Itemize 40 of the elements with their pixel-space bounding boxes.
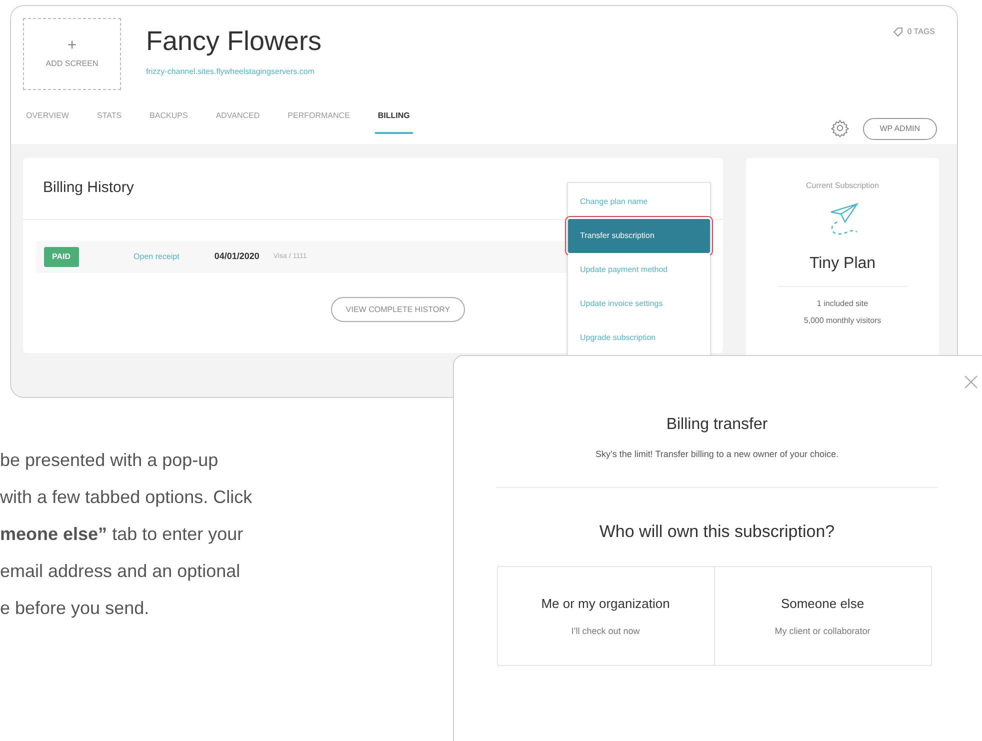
- dialog-title: Billing transfer: [666, 415, 768, 435]
- instruction-text: be presented with a pop-up: [0, 449, 218, 472]
- plan-feature: 1 included site: [816, 298, 868, 310]
- tag-icon: [893, 27, 904, 37]
- dialog-subtitle: Sky’s the limit! Transfer billing to a new owner of your choice.: [596, 448, 838, 461]
- billing-date: 04/01/2020: [214, 250, 260, 264]
- plan-feature: 5,000 monthly visitors: [804, 315, 882, 327]
- tab[interactable]: OVERVIEW: [23, 110, 72, 134]
- menu-item[interactable]: Transfer subscription: [568, 219, 710, 253]
- menu-item[interactable]: Upgrade subscription: [568, 321, 710, 355]
- menu-item[interactable]: Update payment method: [568, 253, 710, 287]
- instruction-text: e before you send.: [0, 597, 150, 620]
- dialog-question: Who will own this subscription?: [599, 520, 835, 542]
- settings-icon[interactable]: [830, 119, 849, 137]
- paid-badge: PAID: [44, 247, 79, 267]
- close-icon[interactable]: [964, 375, 978, 389]
- instruction-text: meone else” tab to enter your: [0, 523, 244, 546]
- tab[interactable]: BILLING: [374, 110, 413, 134]
- instruction-text: email address and an optional: [0, 560, 240, 583]
- option-subtitle: I’ll check out now: [571, 625, 640, 638]
- wp-admin-button[interactable]: WP ADMIN: [862, 118, 937, 140]
- tab[interactable]: PERFORMANCE: [284, 110, 353, 134]
- tab[interactable]: STATS: [94, 110, 125, 134]
- add-screen-button[interactable]: + ADD SCREEN: [23, 18, 121, 90]
- menu-item[interactable]: Change plan name: [568, 185, 710, 219]
- tab[interactable]: ADVANCED: [212, 110, 263, 134]
- site-title: Fancy Flowers: [146, 25, 322, 58]
- receipt-link[interactable]: Open receipt: [134, 251, 180, 263]
- instruction-text: with a few tabbed options. Click: [0, 486, 252, 509]
- menu-item[interactable]: Update invoice settings: [568, 287, 710, 321]
- option-title: Someone else: [780, 594, 864, 612]
- option-title: Me or my organization: [541, 594, 670, 613]
- subscription-label: Current Subscription: [806, 180, 879, 192]
- plan-name: Tiny Plan: [809, 254, 876, 274]
- tab[interactable]: BACKUPS: [146, 110, 191, 134]
- option-subtitle: My client or collaborator: [774, 625, 870, 638]
- view-complete-history-button[interactable]: VIEW COMPLETE HISTORY: [330, 297, 466, 322]
- site-url[interactable]: frizzy-channel.sites.flywheelstagingservers.com: [146, 66, 322, 78]
- card-title: Billing History: [43, 178, 134, 198]
- tags-count[interactable]: 0 TAGS: [907, 26, 935, 38]
